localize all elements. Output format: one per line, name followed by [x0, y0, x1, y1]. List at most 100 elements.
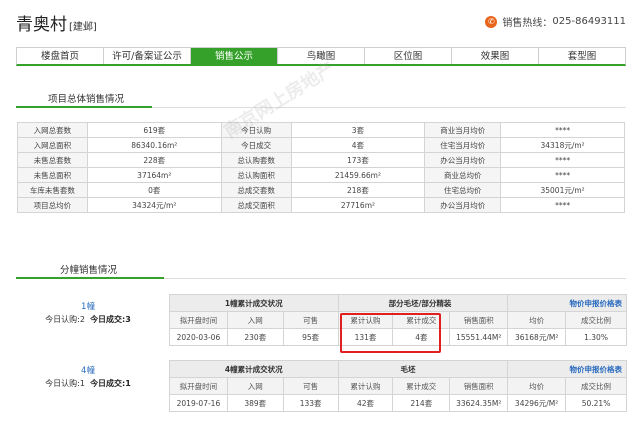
- registered: 389套: [226, 394, 284, 412]
- nav-location[interactable]: 区位图: [365, 48, 452, 64]
- nav-sales[interactable]: 销售公示: [191, 48, 278, 64]
- summary-value: 3套: [290, 122, 426, 138]
- summary-value: 21459.66m²: [290, 167, 426, 183]
- open-date: 2020-03-06: [169, 328, 228, 346]
- building-4-table: 4幢累计成交状况 毛坯 物价申报价格表 拟开盘时间 入网 可售 累计认购 累计成…: [169, 360, 627, 412]
- summary-value: 37164m²: [86, 167, 222, 183]
- available: 133套: [282, 394, 339, 412]
- decoration-type: 毛坯: [337, 360, 509, 378]
- hotline-number: 025-86493111: [552, 16, 626, 27]
- summary-value: ****: [500, 152, 625, 168]
- today-deals: 今日成交:3: [90, 315, 131, 324]
- col-total-deals: 累计成交: [392, 377, 451, 395]
- summary-label: 总成交套数: [220, 182, 292, 198]
- summary-label: 住宅当月均价: [424, 137, 502, 153]
- highlight-box: [340, 313, 441, 353]
- project-name: 青奥村: [16, 15, 67, 35]
- col-avg-price: 均价: [507, 311, 567, 329]
- summary-label: 车库未售套数: [17, 182, 88, 198]
- building-4-link[interactable]: 4幢: [18, 364, 158, 376]
- table-row: 未售总面积 37164m² 总认购面积 21459.66m² 商业总均价 ****: [17, 167, 625, 183]
- nav-floorplans[interactable]: 套型图: [539, 48, 625, 64]
- summary-value: ****: [500, 122, 625, 138]
- decoration-type: 部分毛坯/部分精装: [337, 294, 509, 312]
- col-available: 可售: [282, 377, 339, 395]
- summary-label: 总认购套数: [220, 152, 292, 168]
- col-registered: 入网: [226, 311, 284, 329]
- open-date: 2019-07-16: [169, 394, 228, 412]
- main-nav: 楼盘首页 许可/备案证公示 销售公示 鸟瞰图 区位图 效果图 套型图: [16, 47, 626, 66]
- summary-label: 项目总均价: [17, 197, 88, 213]
- summary-value: 173套: [290, 152, 426, 168]
- col-open-date: 拟开盘时间: [169, 311, 228, 329]
- col-open-date: 拟开盘时间: [169, 377, 228, 395]
- phone-icon: ✆: [485, 15, 498, 28]
- table-row: 未售总套数 228套 总认购套数 173套 办公当月均价 ****: [17, 152, 625, 168]
- summary-label: 商业总均价: [424, 167, 502, 183]
- summary-value: 27716m²: [290, 197, 426, 213]
- buildings-section-title: 分幢销售情况: [60, 265, 118, 276]
- nav-rendering[interactable]: 效果图: [452, 48, 539, 64]
- summary-label: 未售总套数: [17, 152, 88, 168]
- price-list-link[interactable]: 物价申报价格表: [570, 299, 623, 308]
- status-title: 4幢累计成交状况: [169, 360, 339, 378]
- summary-value: ****: [500, 167, 625, 183]
- col-deal-ratio: 成交比例: [565, 311, 627, 329]
- summary-label: 办公当月均价: [424, 197, 502, 213]
- col-sales-area: 销售面积: [449, 311, 509, 329]
- col-avg-price: 均价: [507, 377, 567, 395]
- nav-home[interactable]: 楼盘首页: [17, 48, 104, 64]
- status-title: 1幢累计成交状况: [169, 294, 339, 312]
- building-1-link[interactable]: 1幢: [18, 300, 158, 312]
- summary-label: 入网总面积: [17, 137, 88, 153]
- table-row: 项目总均价 34324元/m² 总成交面积 27716m² 办公当月均价 ****: [17, 197, 625, 213]
- table-header-row: 拟开盘时间 入网 可售 累计认购 累计成交 销售面积 均价 成交比例: [169, 377, 627, 395]
- building-1-info: 1幢 今日认购:2 今日成交:3: [18, 300, 158, 325]
- summary-label: 总成交面积: [220, 197, 292, 213]
- sales-area: 33624.35M²: [449, 394, 509, 412]
- summary-value: 34324元/m²: [86, 197, 222, 213]
- nav-aerial[interactable]: 鸟瞰图: [278, 48, 365, 64]
- sales-area: 15551.44M²: [449, 328, 509, 346]
- summary-value: 4套: [290, 137, 426, 153]
- today-subscribed: 今日认购:1: [45, 379, 85, 388]
- deal-ratio: 50.21%: [565, 394, 627, 412]
- summary-value: 228套: [86, 152, 222, 168]
- table-row: 车库未售套数 0套 总成交套数 218套 住宅总均价 35001元/m²: [17, 182, 625, 198]
- sales-hotline: ✆ 销售热线： 025-86493111: [485, 14, 626, 29]
- summary-value: ****: [500, 197, 625, 213]
- building-4-info: 4幢 今日认购:1 今日成交:1: [18, 364, 158, 389]
- overall-section-title: 项目总体销售情况: [48, 94, 125, 105]
- summary-label: 入网总套数: [17, 122, 88, 138]
- total-deals: 214套: [392, 394, 451, 412]
- summary-label: 商业当月均价: [424, 122, 502, 138]
- section-underline: [16, 277, 164, 279]
- district-label: [建邺]: [69, 22, 97, 33]
- col-available: 可售: [282, 311, 339, 329]
- summary-value: 86340.16m²: [86, 137, 222, 153]
- summary-label: 住宅总均价: [424, 182, 502, 198]
- table-row: 入网总套数 619套 今日认购 3套 商业当月均价 ****: [17, 122, 625, 138]
- col-deal-ratio: 成交比例: [565, 377, 627, 395]
- today-deals: 今日成交:1: [90, 379, 131, 388]
- total-subscribed: 42套: [337, 394, 394, 412]
- table-row: 入网总面积 86340.16m² 今日成交 4套 住宅当月均价 34318元/m²: [17, 137, 625, 153]
- summary-value: 35001元/m²: [500, 182, 625, 198]
- nav-permits[interactable]: 许可/备案证公示: [104, 48, 191, 64]
- available: 95套: [282, 328, 339, 346]
- avg-price: 36168元/M²: [507, 328, 567, 346]
- section-underline: [16, 106, 152, 108]
- avg-price: 34296元/M²: [507, 394, 567, 412]
- summary-value: 34318元/m²: [500, 137, 625, 153]
- summary-label: 今日成交: [220, 137, 292, 153]
- summary-value: 218套: [290, 182, 426, 198]
- price-list-link[interactable]: 物价申报价格表: [570, 365, 623, 374]
- col-total-subscribed: 累计认购: [337, 377, 394, 395]
- overall-table: 入网总套数 619套 今日认购 3套 商业当月均价 **** 入网总面积 86340.16m²…: [17, 122, 625, 213]
- summary-label: 未售总面积: [17, 167, 88, 183]
- hotline-label: 销售热线：: [502, 18, 553, 29]
- col-registered: 入网: [226, 377, 284, 395]
- summary-value: 0套: [86, 182, 222, 198]
- table-row: 2019-07-16 389套 133套 42套 214套 33624.35M²…: [169, 394, 627, 412]
- registered: 230套: [226, 328, 284, 346]
